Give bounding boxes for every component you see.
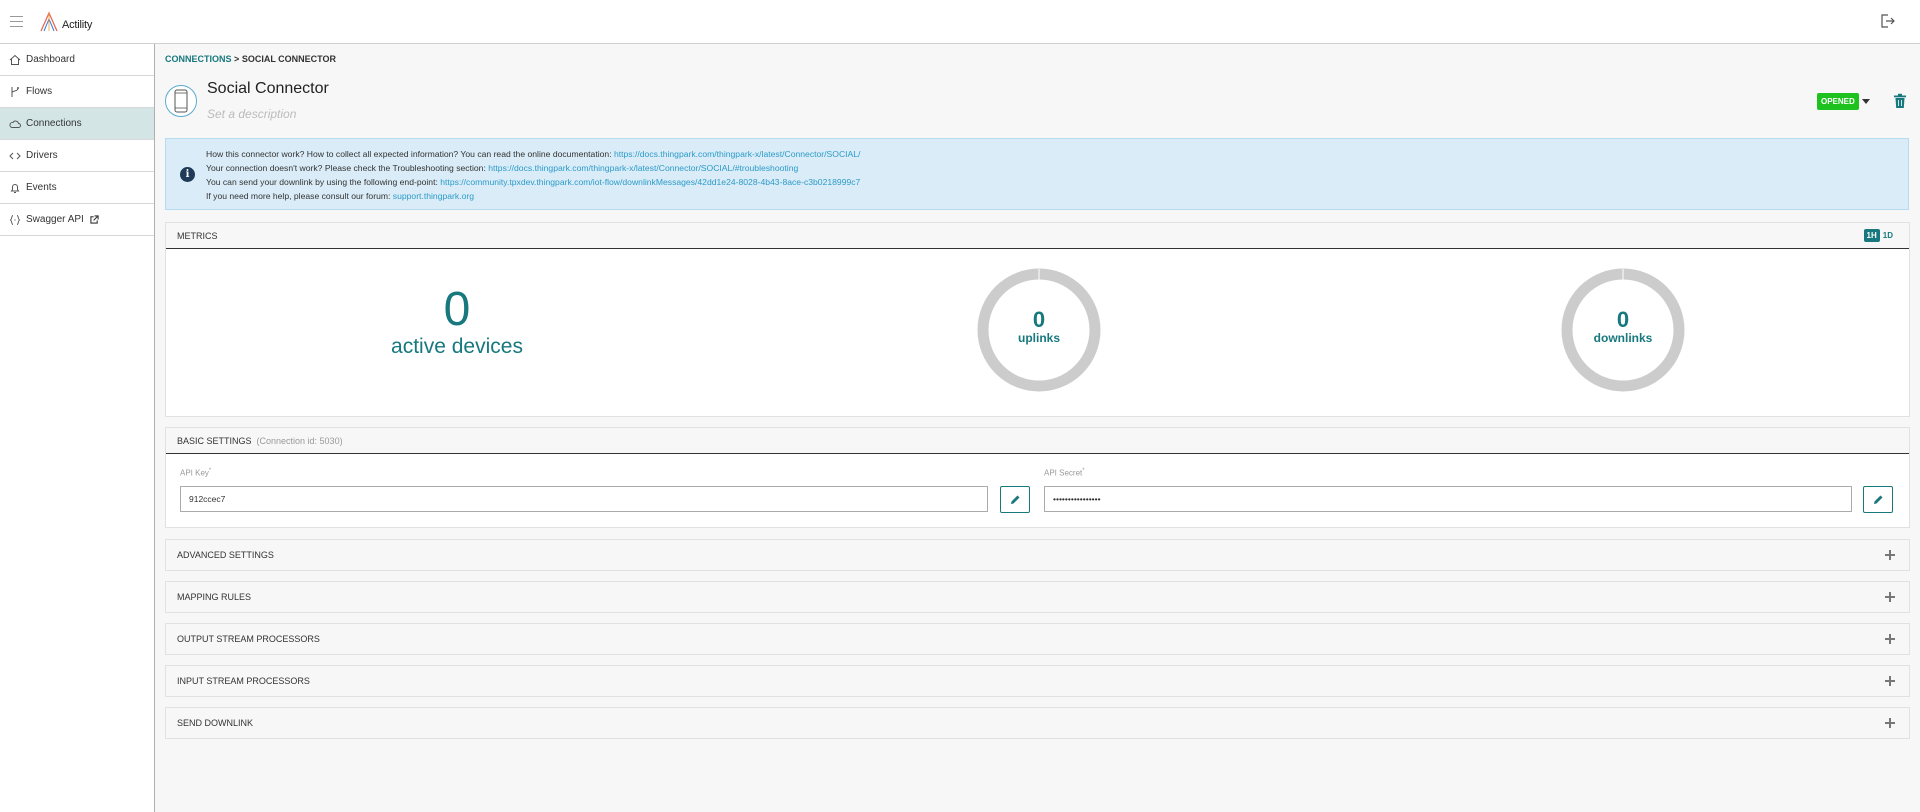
uplinks-text: 0 uplinks: [976, 307, 1102, 346]
braces-icon: [9, 214, 21, 225]
code-icon: [9, 152, 21, 159]
basic-settings-panel: BASIC SETTINGS (Connection id: 5030) API…: [165, 427, 1910, 528]
sidebar-item-swagger-api[interactable]: Swagger API: [0, 204, 154, 236]
sidebar: Dashboard Flows Connections Drivers Even…: [0, 44, 155, 812]
info-line: If you need more help, please consult ou…: [206, 191, 474, 201]
api-key-edit-button[interactable]: [1000, 486, 1030, 513]
metrics-panel: METRICS 1H 1D 0 active devices 0 uplinks: [165, 222, 1910, 417]
downlink-endpoint-link[interactable]: https://community.tpxdev.thingpark.com/i…: [440, 177, 860, 187]
output-stream-processors-panel[interactable]: OUTPUT STREAM PROCESSORS: [165, 623, 1910, 655]
info-icon: i: [180, 167, 195, 182]
logout-icon[interactable]: [1879, 13, 1895, 29]
page-title: Social Connector: [207, 80, 329, 97]
api-key-label: API Key*: [180, 468, 212, 478]
range-1h-button[interactable]: 1H: [1863, 229, 1880, 242]
info-line: You can send your downlink by using the …: [206, 177, 861, 187]
mapping-rules-panel[interactable]: MAPPING RULES: [165, 581, 1910, 613]
troubleshooting-link[interactable]: https://docs.thingpark.com/thingpark-x/l…: [488, 163, 798, 173]
section-title: OUTPUT STREAM PROCESSORS: [177, 634, 320, 644]
downlinks-label: downlinks: [1593, 331, 1653, 345]
logo-text: Actility: [62, 19, 93, 31]
trash-icon[interactable]: [1893, 93, 1907, 109]
documentation-link[interactable]: https://docs.thingpark.com/thingpark-x/l…: [614, 149, 860, 159]
section-title: INPUT STREAM PROCESSORS: [177, 676, 310, 686]
info-line: How this connector work? How to collect …: [206, 149, 861, 159]
api-secret-label: API Secret*: [1044, 468, 1085, 478]
sidebar-item-label: Flows: [26, 86, 53, 97]
active-devices-label: active devices: [391, 335, 523, 358]
downlinks-donut: 0 downlinks: [1560, 267, 1686, 393]
sidebar-item-dashboard[interactable]: Dashboard: [0, 44, 154, 76]
forum-link[interactable]: support.thingpark.org: [393, 191, 474, 201]
sidebar-item-label: Events: [26, 182, 57, 193]
sidebar-item-connections[interactable]: Connections: [0, 108, 154, 140]
branch-icon: [11, 86, 19, 97]
uplinks-label: uplinks: [1017, 331, 1060, 345]
sidebar-item-label: Swagger API: [26, 214, 84, 225]
description-field[interactable]: Set a description: [207, 107, 296, 121]
status-badge: OPENED: [1817, 93, 1859, 110]
api-key-input[interactable]: 912ccec7: [180, 486, 988, 512]
phone-icon: [174, 89, 188, 113]
info-banner: i How this connector work? How to collec…: [165, 138, 1909, 210]
info-line: Your connection doesn't work? Please che…: [206, 163, 799, 173]
plus-icon[interactable]: [1885, 592, 1895, 602]
downlinks-value: 0: [1616, 307, 1630, 332]
breadcrumb: CONNECTIONS > SOCIAL CONNECTOR: [165, 54, 336, 64]
top-bar: Actility: [0, 0, 1920, 44]
sidebar-item-events[interactable]: Events: [0, 172, 154, 204]
pencil-icon: [1873, 495, 1882, 504]
range-1d-button[interactable]: 1D: [1880, 229, 1896, 242]
section-title: MAPPING RULES: [177, 592, 252, 602]
metrics-header: METRICS: [166, 223, 1909, 249]
logo[interactable]: Actility: [38, 11, 92, 33]
home-icon: [9, 54, 21, 65]
sidebar-item-drivers[interactable]: Drivers: [0, 140, 154, 172]
info-text: How this connector work? How to collect …: [206, 147, 860, 203]
bell-icon: [10, 183, 20, 193]
sidebar-item-label: Drivers: [26, 150, 58, 161]
active-devices-value: 0: [443, 283, 471, 336]
cloud-icon: [9, 120, 21, 128]
sidebar-item-label: Connections: [26, 118, 82, 129]
sidebar-item-label: Dashboard: [26, 54, 75, 65]
plus-icon[interactable]: [1885, 676, 1895, 686]
section-title: SEND DOWNLINK: [177, 718, 254, 728]
downlinks-text: 0 downlinks: [1560, 307, 1686, 346]
pencil-icon: [1010, 495, 1019, 504]
caret-down-icon: [1861, 99, 1870, 104]
plus-icon[interactable]: [1885, 634, 1895, 644]
metrics-title: METRICS: [177, 230, 218, 241]
section-title: ADVANCED SETTINGS: [177, 550, 274, 560]
range-toggle: 1H 1D: [1863, 229, 1896, 242]
actility-logo-icon: [40, 11, 58, 32]
api-secret-input[interactable]: ••••••••••••••••: [1044, 486, 1852, 512]
breadcrumb-separator: >: [234, 54, 240, 64]
active-devices-metric: 0 active devices: [387, 284, 527, 358]
external-link-icon[interactable]: [90, 215, 99, 224]
uplinks-donut: 0 uplinks: [976, 267, 1102, 393]
status-dropdown[interactable]: OPENED: [1817, 93, 1870, 110]
input-stream-processors-panel[interactable]: INPUT STREAM PROCESSORS: [165, 665, 1910, 697]
sidebar-item-flows[interactable]: Flows: [0, 76, 154, 108]
connector-avatar: [165, 85, 197, 117]
menu-icon[interactable]: [10, 16, 23, 27]
api-secret-edit-button[interactable]: [1863, 486, 1893, 513]
uplinks-value: 0: [1032, 307, 1046, 332]
plus-icon[interactable]: [1885, 718, 1895, 728]
connection-id: (Connection id: 5030): [256, 435, 343, 446]
breadcrumb-link-connections[interactable]: CONNECTIONS: [165, 54, 232, 64]
send-downlink-panel[interactable]: SEND DOWNLINK: [165, 707, 1910, 739]
plus-icon[interactable]: [1885, 550, 1895, 560]
advanced-settings-panel[interactable]: ADVANCED SETTINGS: [165, 539, 1910, 571]
breadcrumb-current: SOCIAL CONNECTOR: [241, 54, 336, 64]
basic-settings-title: BASIC SETTINGS: [177, 435, 252, 446]
basic-settings-header[interactable]: BASIC SETTINGS (Connection id: 5030): [166, 428, 1909, 454]
